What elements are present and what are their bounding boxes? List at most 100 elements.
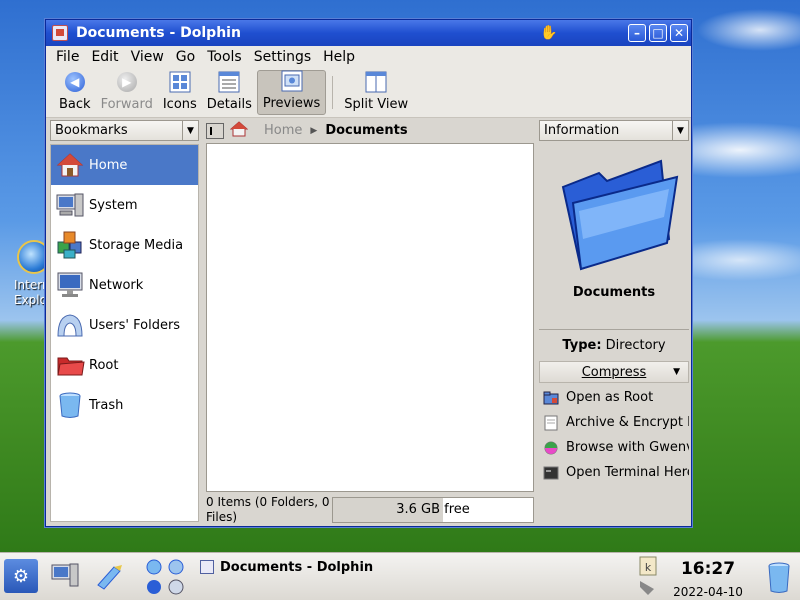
menu-view[interactable]: View: [125, 49, 170, 65]
menubar: File Edit View Go Tools Settings Help: [46, 46, 691, 68]
file-view[interactable]: [206, 143, 534, 492]
task-title: Documents - Dolphin: [220, 559, 374, 575]
chevron-down-icon: ▼: [673, 367, 680, 377]
breadcrumb: Home ▶ Documents: [206, 120, 534, 141]
file-view-panel: Home ▶ Documents 0 Items (0 Folders, 0 F…: [206, 120, 534, 525]
quick-launch-icons[interactable]: [144, 557, 188, 595]
close-button[interactable]: ✕: [670, 24, 688, 42]
information-selector[interactable]: Information ▼: [539, 120, 689, 141]
place-network[interactable]: Network: [51, 265, 198, 305]
system-tray-icons[interactable]: k: [636, 555, 660, 599]
action-label: Archive & Encrypt F: [566, 415, 689, 430]
taskbar-task-dolphin[interactable]: Documents - Dolphin: [200, 557, 373, 577]
place-label: Trash: [89, 397, 124, 413]
previews-icon: [281, 70, 303, 92]
maximize-button[interactable]: □: [649, 24, 667, 42]
taskbar: ⚙ Documents - Dolphin k 16:27 2022-04-10: [0, 552, 800, 600]
menu-tools[interactable]: Tools: [201, 49, 248, 65]
information-panel: Information ▼ Documents Type: Directory …: [539, 120, 689, 525]
place-label: Storage Media: [89, 237, 184, 253]
places-list: Home System Storage Media Network Users'…: [50, 144, 199, 522]
chevron-down-icon: ▼: [672, 121, 688, 140]
titlebar[interactable]: Documents - Dolphin ✋ – □ ✕: [46, 20, 691, 46]
compress-label: Compress: [581, 364, 647, 380]
place-label: System: [89, 197, 138, 213]
info-item-name: Documents: [572, 285, 656, 300]
compress-menu-button[interactable]: Compress ▼: [539, 361, 689, 383]
forward-label: Forward: [100, 97, 153, 112]
hand-icon[interactable]: ✋: [540, 25, 558, 41]
details-label: Details: [206, 97, 252, 112]
home-crumb-icon[interactable]: [229, 120, 249, 141]
place-trash[interactable]: Trash: [51, 385, 198, 425]
gwenview-icon: [544, 441, 558, 454]
dolphin-app-icon[interactable]: [52, 25, 68, 41]
action-label: Open Terminal Here: [566, 465, 689, 480]
archive-icon: [544, 415, 558, 430]
details-view-icon: [218, 71, 240, 93]
chevron-right-icon: ▶: [310, 125, 318, 136]
dolphin-task-icon: [200, 560, 214, 574]
place-label: Network: [89, 277, 144, 293]
action-label: Open as Root: [566, 390, 654, 405]
menu-edit[interactable]: Edit: [85, 49, 124, 65]
menu-file[interactable]: File: [50, 49, 85, 65]
forward-arrow-icon: ▶: [116, 72, 137, 92]
action-open-terminal[interactable]: Open Terminal Here: [539, 460, 689, 485]
trash-icon: [55, 390, 85, 420]
kate-editor-icon[interactable]: [94, 561, 124, 591]
kde-logo-icon: ⚙: [12, 565, 30, 587]
forward-button[interactable]: ▶ Forward: [96, 70, 158, 115]
place-storage-media[interactable]: Storage Media: [51, 225, 198, 265]
place-label: Home: [89, 157, 128, 173]
action-open-as-root[interactable]: Open as Root: [539, 385, 689, 410]
place-label: Root: [89, 357, 119, 373]
svg-text:k: k: [645, 561, 652, 574]
back-arrow-icon: ◀: [64, 72, 85, 92]
action-label: Browse with Gwenvi: [566, 440, 689, 455]
split-view-button[interactable]: Split View: [339, 70, 413, 115]
previews-button[interactable]: Previews: [256, 70, 327, 115]
trash-icon[interactable]: [764, 561, 794, 593]
root-folder-icon: [55, 350, 85, 380]
menu-help[interactable]: Help: [317, 49, 361, 65]
bookmarks-selector-label: Bookmarks: [55, 123, 128, 138]
info-preview: Documents: [539, 141, 689, 321]
back-button[interactable]: ◀ Back: [54, 70, 96, 115]
place-home[interactable]: Home: [51, 145, 198, 185]
minimize-button[interactable]: –: [628, 24, 646, 42]
free-space-label: 3.6 GB free: [396, 502, 470, 517]
statusbar: 0 Items (0 Folders, 0 Files) 3.6 GB free: [206, 494, 534, 525]
back-label: Back: [59, 97, 91, 112]
folder-preview-icon: [549, 147, 679, 281]
bookmarks-selector[interactable]: Bookmarks ▼: [50, 120, 199, 141]
users-icon: [55, 310, 85, 340]
place-system[interactable]: System: [51, 185, 198, 225]
home-icon: [55, 150, 85, 180]
show-desktop-icon[interactable]: [50, 561, 80, 591]
breadcrumb-current[interactable]: Documents: [325, 123, 407, 138]
menu-settings[interactable]: Settings: [248, 49, 317, 65]
kde-menu-button[interactable]: ⚙: [4, 559, 38, 593]
places-panel: Bookmarks ▼ Home System Storage Media Ne…: [50, 120, 199, 523]
split-view-label: Split View: [344, 97, 409, 112]
toolbar-separator: [332, 76, 334, 109]
items-count: 0 Items (0 Folders, 0 Files): [206, 494, 330, 524]
menu-go[interactable]: Go: [170, 49, 201, 65]
previews-label: Previews: [262, 96, 321, 111]
action-browse-gwenview[interactable]: Browse with Gwenvi: [539, 435, 689, 460]
type-label: Type:: [562, 338, 602, 353]
details-view-button[interactable]: Details: [202, 70, 257, 115]
place-users-folders[interactable]: Users' Folders: [51, 305, 198, 345]
split-view-icon: [365, 71, 387, 93]
window-title: Documents - Dolphin: [76, 25, 241, 41]
dolphin-window: Documents - Dolphin ✋ – □ ✕ File Edit Vi…: [45, 19, 692, 527]
breadcrumb-home[interactable]: Home: [264, 123, 302, 138]
toolbar: ◀ Back ▶ Forward Icons Details Previews: [46, 68, 691, 118]
icons-view-button[interactable]: Icons: [158, 70, 202, 115]
place-root[interactable]: Root: [51, 345, 198, 385]
action-archive-encrypt[interactable]: Archive & Encrypt F: [539, 410, 689, 435]
url-toggle-button[interactable]: [206, 122, 224, 139]
clock-time[interactable]: 16:27: [668, 559, 748, 579]
information-selector-label: Information: [544, 123, 620, 138]
